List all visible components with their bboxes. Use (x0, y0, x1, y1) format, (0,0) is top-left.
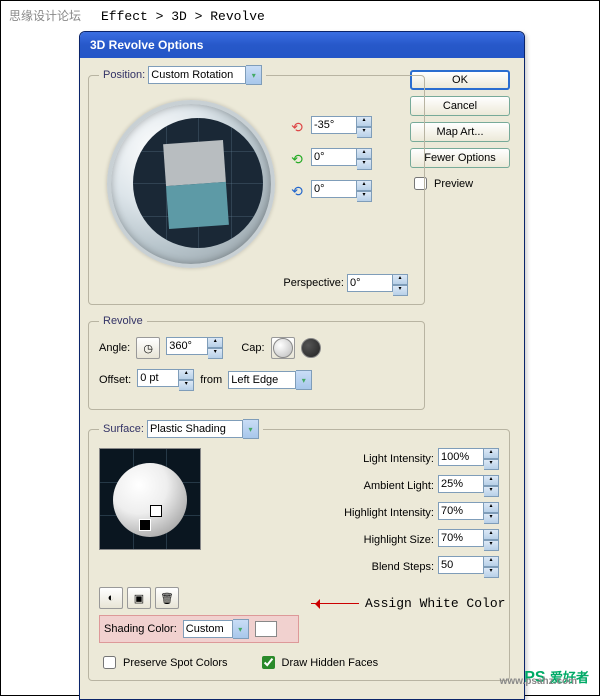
surface-group: Surface: ▾ Light Intensity:▴▾ Ambient Li… (88, 420, 510, 681)
stepper-up[interactable]: ▴ (208, 337, 223, 348)
y-rotation-input[interactable] (311, 148, 357, 166)
light-preview[interactable] (99, 448, 201, 550)
angle-dial-icon[interactable]: ◷ (136, 337, 160, 359)
shading-color-label: Shading Color: (104, 623, 177, 635)
light-behind-button[interactable]: ◐ (99, 587, 123, 609)
map-art-button[interactable]: Map Art... (410, 122, 510, 142)
blend-steps-label: Blend Steps: (372, 561, 434, 573)
shading-color-swatch[interactable] (255, 621, 277, 637)
from-label: from (200, 374, 222, 386)
stepper-down[interactable]: ▾ (357, 159, 372, 170)
angle-label: Angle: (99, 342, 130, 354)
cancel-button[interactable]: Cancel (410, 96, 510, 116)
watermark-url: www.psahz.com (500, 676, 577, 687)
perspective-input[interactable] (347, 274, 393, 292)
cap-on-button[interactable] (271, 337, 295, 359)
preserve-spot-checkbox[interactable] (103, 656, 116, 669)
position-mode-select[interactable] (148, 66, 246, 84)
new-light-button[interactable]: ▣ (127, 587, 151, 609)
highlight-intensity-input[interactable] (438, 502, 484, 520)
ambient-light-input[interactable] (438, 475, 484, 493)
offset-label: Offset: (99, 374, 131, 386)
from-select[interactable] (228, 371, 296, 389)
stepper-up[interactable]: ▴ (357, 180, 372, 191)
dropdown-arrow-icon[interactable]: ▾ (233, 619, 249, 639)
rotation-trackball[interactable] (107, 100, 275, 268)
x-axis-icon: ⟲ (289, 119, 305, 135)
perspective-label: Perspective: (283, 277, 344, 289)
position-legend: Position (103, 69, 142, 81)
x-rotation-input[interactable] (311, 116, 357, 134)
light-intensity-input[interactable] (438, 448, 484, 466)
fewer-options-button[interactable]: Fewer Options (410, 148, 510, 168)
stepper-up[interactable]: ▴ (357, 148, 372, 159)
dialog-title: 3D Revolve Options (80, 32, 524, 58)
watermark-left: 思缘设计论坛 (9, 7, 81, 24)
dropdown-arrow-icon[interactable]: ▾ (296, 370, 312, 390)
stepper-down[interactable]: ▾ (208, 348, 223, 359)
angle-input[interactable] (166, 337, 208, 355)
delete-light-button[interactable]: 🗑 (155, 587, 179, 609)
offset-input[interactable] (137, 369, 179, 387)
revolve-group: Revolve Angle: ◷ ▴▾ Cap: Offset: ▴▾ from… (88, 315, 425, 410)
draw-hidden-label: Draw Hidden Faces (282, 657, 379, 669)
z-axis-icon: ⟲ (289, 183, 305, 199)
dropdown-arrow-icon[interactable]: ▾ (246, 65, 262, 85)
z-rotation-input[interactable] (311, 180, 357, 198)
stepper-up[interactable]: ▴ (357, 116, 372, 127)
cap-label: Cap: (241, 342, 264, 354)
breadcrumb: Effect > 3D > Revolve (101, 9, 265, 24)
stepper-down[interactable]: ▾ (179, 380, 194, 391)
preserve-spot-label: Preserve Spot Colors (123, 657, 228, 669)
light-intensity-label: Light Intensity: (363, 453, 434, 465)
highlight-intensity-label: Highlight Intensity: (344, 507, 434, 519)
surface-mode-select[interactable] (147, 420, 243, 438)
stepper-down[interactable]: ▾ (357, 127, 372, 138)
draw-hidden-checkbox[interactable] (262, 656, 275, 669)
ok-button[interactable]: OK (410, 70, 510, 90)
watermark-logo: PS 爱好者 www.psahz.com (524, 667, 589, 687)
highlight-size-label: Highlight Size: (364, 534, 434, 546)
position-group: Position: ▾ (88, 66, 425, 305)
light-handle[interactable] (150, 505, 162, 517)
light-behind-handle[interactable] (139, 519, 151, 531)
dropdown-arrow-icon[interactable]: ▾ (243, 419, 259, 439)
preview-label: Preview (434, 178, 473, 190)
shading-color-select[interactable] (183, 620, 233, 638)
stepper-up[interactable]: ▴ (179, 369, 194, 380)
stepper-down[interactable]: ▾ (393, 285, 408, 296)
revolve-legend: Revolve (99, 315, 147, 327)
surface-legend: Surface: (103, 423, 144, 435)
shading-color-row: Shading Color: ▾ (99, 615, 299, 643)
stepper-up[interactable]: ▴ (393, 274, 408, 285)
ambient-light-label: Ambient Light: (364, 480, 434, 492)
y-axis-icon: ⟲ (289, 151, 305, 167)
cap-off-button[interactable] (301, 338, 321, 358)
annotation-arrow: Assign White Color (311, 596, 505, 611)
blend-steps-input[interactable] (438, 556, 484, 574)
highlight-size-input[interactable] (438, 529, 484, 547)
stepper-down[interactable]: ▾ (357, 191, 372, 202)
annotation-text: Assign White Color (365, 596, 505, 611)
